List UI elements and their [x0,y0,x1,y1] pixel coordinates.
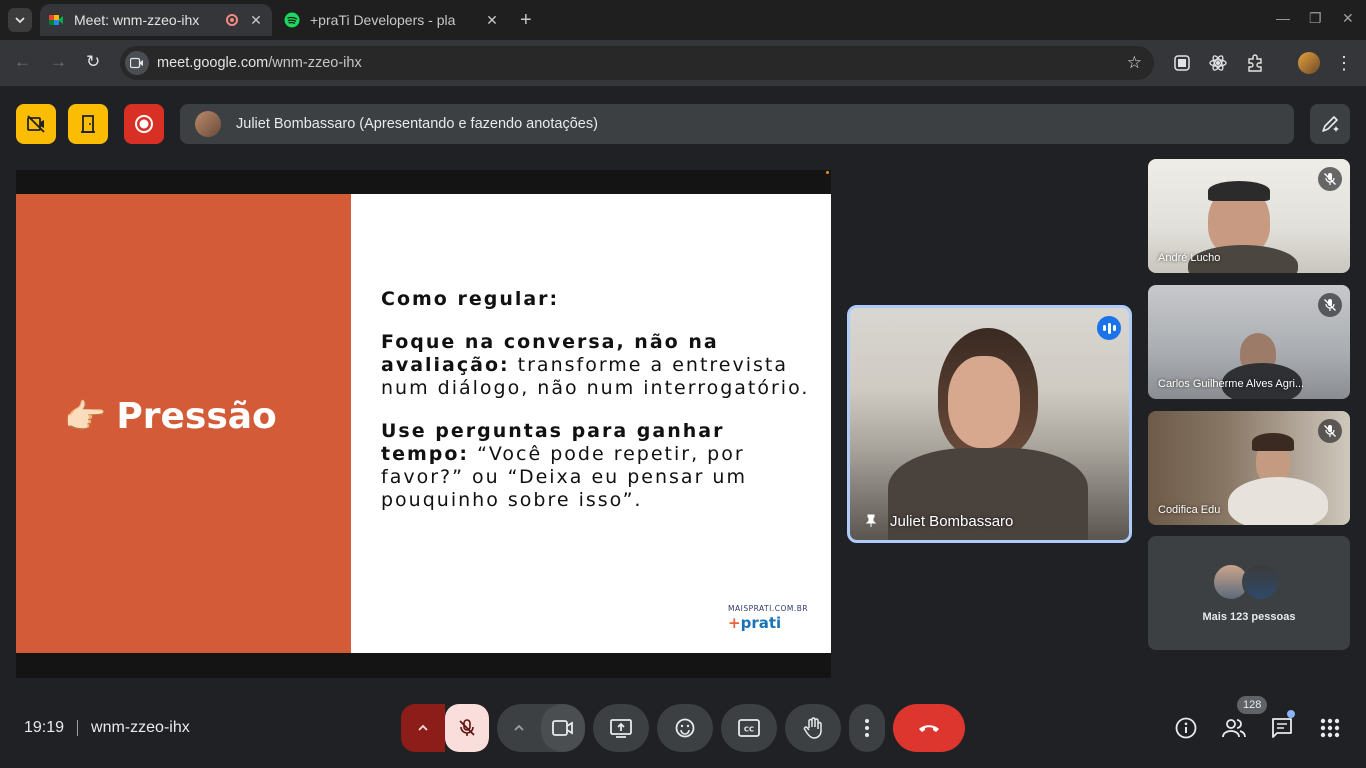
logo-site: MAISPRATI.COM.BR [728,604,809,613]
meeting-code: wnm-zzeo-ihx [91,719,190,736]
divider [77,720,79,736]
chat-icon[interactable] [1270,716,1294,740]
svg-text:CC: CC [744,726,754,734]
logo-plus: + [728,614,741,632]
main-speaker-tile[interactable]: Juliet Bombassaro [847,305,1132,543]
close-icon[interactable]: ✕ [1342,10,1354,27]
video-body [1228,477,1328,525]
raise-hand-icon[interactable] [785,704,841,752]
participant-count-badge: 128 [1237,696,1268,714]
slide-accent-panel: 👉🏻 Pressão [16,194,351,653]
door-icon[interactable] [68,104,108,144]
mic-control [401,704,489,752]
browser-tab-bar: Meet: wnm-zzeo-ihx ✕ +praTi Developers -… [0,0,1366,40]
slide-heading: 👉🏻 Pressão [64,396,277,437]
no-video-icon[interactable] [16,104,56,144]
clock: 19:19 [24,719,65,736]
tab-title: +praTi Developers - pla [310,12,456,28]
tab-title: Meet: wnm-zzeo-ihx [74,12,200,28]
recording-icon [226,14,238,26]
cursor-dot [826,171,829,174]
record-icon[interactable] [124,104,164,144]
extension-icon[interactable] [1172,53,1192,73]
meeting-details: 19:19 wnm-zzeo-ihx [24,719,190,737]
mic-off-icon [1318,293,1342,317]
speaking-indicator-icon [1097,316,1121,340]
logo-mark: +prati [728,614,808,632]
slide-heading-text: Pressão [116,396,277,437]
close-icon[interactable]: ✕ [248,12,264,29]
captions-icon[interactable]: CC [721,704,777,752]
url-host: meet.google.com [157,55,269,71]
slide-point-1: Foque na conversa, não na avaliação: tra… [381,331,811,400]
mic-off-icon [1318,419,1342,443]
chevron-up-icon[interactable] [401,704,445,752]
camera-control [497,704,585,752]
tab-list-icon[interactable] [8,8,32,32]
tab-meet[interactable]: Meet: wnm-zzeo-ihx ✕ [40,4,272,36]
presentation-slide: 👉🏻 Pressão Como regular: Foque na conver… [16,194,831,653]
new-tab-icon[interactable]: + [520,9,532,32]
pin-icon[interactable] [864,514,878,528]
address-bar[interactable]: meet.google.com/wnm-zzeo-ihx ☆ [120,46,1154,80]
participant-name: Codifica Edu [1158,504,1221,516]
more-people-avatars [1212,563,1280,601]
extension-icon[interactable] [1208,53,1228,73]
presenter-banner: Juliet Bombassaro (Apresentando e fazend… [180,104,1294,144]
end-call-icon[interactable] [893,704,965,752]
site-info-icon[interactable] [125,51,149,75]
participant-name: André Lucho [1158,252,1221,264]
slide-body: Como regular: Foque na conversa, não na … [381,288,811,532]
close-icon[interactable]: ✕ [484,12,500,29]
logo-name: prati [740,614,782,632]
bookmark-star-icon[interactable]: ☆ [1127,53,1142,73]
reload-icon[interactable]: ↻ [86,52,100,72]
participant-tile[interactable]: André Lucho [1148,159,1350,273]
video-hair [1208,181,1270,201]
url-text: meet.google.com/wnm-zzeo-ihx [157,55,362,71]
avatar [1242,563,1280,601]
spotify-favicon [284,12,300,28]
browser-toolbar: ← → ↻ meet.google.com/wnm-zzeo-ihx ☆ ⋮ [0,40,1366,86]
meet-controls-bar: 19:19 wnm-zzeo-ihx CC 128 [0,696,1366,768]
mic-off-icon [1318,167,1342,191]
extension-icon[interactable] [1245,53,1265,73]
more-options-icon[interactable] [849,704,885,752]
present-icon[interactable] [593,704,649,752]
slide-intro: Como regular: [381,288,560,310]
more-people-label: Mais 123 pessoas [1202,611,1296,623]
chevron-up-icon[interactable] [497,704,541,752]
profile-avatar-icon[interactable] [1298,52,1320,74]
meet-favicon [49,15,63,25]
prati-logo: MAISPRATI.COM.BR +prati [728,604,808,632]
activities-icon[interactable] [1318,716,1342,740]
video-face [948,356,1020,448]
avatar [195,111,221,137]
participant-name: Juliet Bombassaro [890,513,1014,530]
pointing-hand-icon: 👉🏻 [64,396,107,437]
slide-point-2: Use perguntas para ganhar tempo: “Você p… [381,420,811,512]
tab-prati[interactable]: +praTi Developers - pla ✕ [276,4,508,36]
video-hair [1252,433,1294,451]
people-icon[interactable] [1222,716,1246,740]
participant-tile[interactable]: Codifica Edu [1148,411,1350,525]
menu-icon[interactable]: ⋮ [1334,53,1354,73]
more-people-tile[interactable]: Mais 123 pessoas [1148,536,1350,650]
participant-tile[interactable]: Carlos Guilherme Alves Agri... [1148,285,1350,399]
url-path: /wnm-zzeo-ihx [268,55,362,71]
mic-off-icon[interactable] [445,704,489,752]
participant-name: Carlos Guilherme Alves Agri... [1158,378,1305,390]
annotate-pen-icon[interactable] [1310,104,1350,144]
forward-icon[interactable]: → [50,52,67,72]
minimize-icon[interactable]: — [1276,10,1290,26]
meet-top-bar: Juliet Bombassaro (Apresentando e fazend… [0,86,1366,156]
presenter-banner-text: Juliet Bombassaro (Apresentando e fazend… [236,116,598,132]
emoji-icon[interactable] [657,704,713,752]
maximize-icon[interactable]: ❐ [1309,10,1322,27]
back-icon[interactable]: ← [14,52,31,72]
camera-icon[interactable] [541,704,585,752]
info-icon[interactable] [1174,716,1198,740]
